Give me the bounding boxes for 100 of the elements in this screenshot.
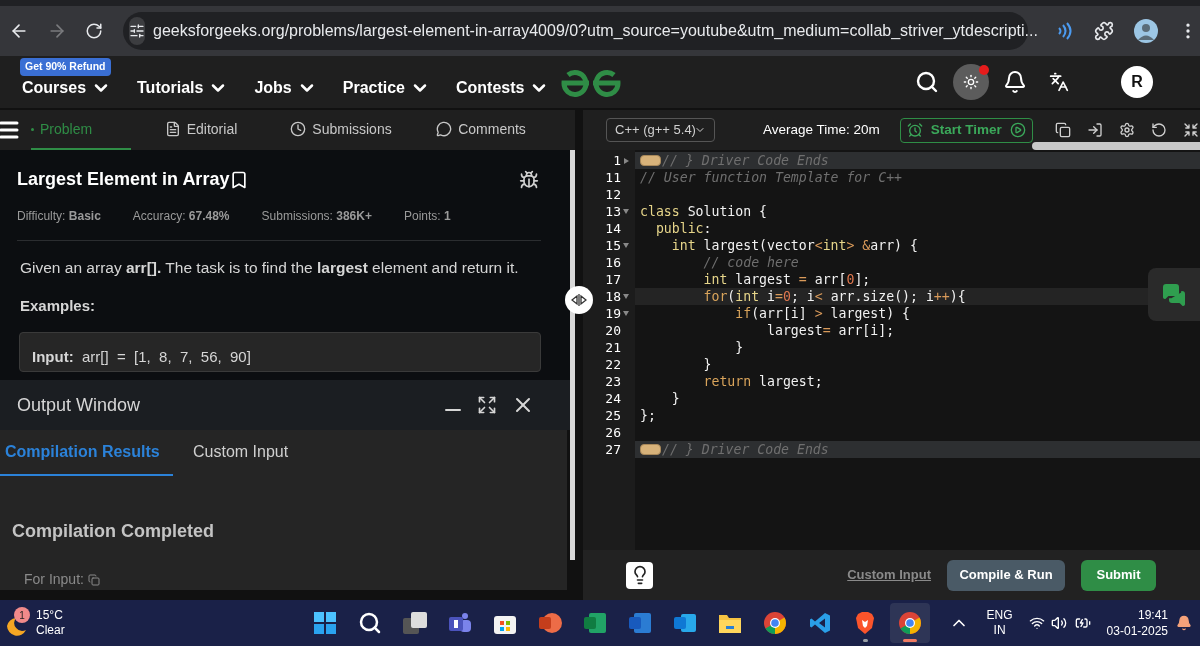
code-line: // } Driver Code Ends [662, 440, 829, 459]
output-window-title: Output Window [17, 393, 141, 417]
sliders-icon [129, 23, 145, 39]
line-number: 14 [605, 219, 621, 238]
refund-badge[interactable]: Get 90% Refund [20, 58, 111, 76]
code-line: } [702, 355, 712, 374]
reset-icon[interactable] [1150, 122, 1167, 138]
wifi-icon[interactable] [1028, 615, 1045, 631]
battery-icon[interactable] [1074, 615, 1091, 631]
folder-icon [718, 612, 742, 634]
theme-toggle[interactable] [953, 64, 989, 100]
output-tab[interactable]: Custom Input [173, 430, 309, 476]
line-number: 22 [605, 355, 621, 374]
problem-stat: Submissions: 386K+ [261, 208, 372, 225]
folded-code-marker[interactable] [640, 155, 661, 166]
mail-app-icon [673, 612, 697, 634]
code-line: return largest; [702, 372, 823, 391]
chat-button[interactable] [1148, 268, 1200, 321]
code-line: largest= arr[i]; [766, 321, 895, 340]
line-number: 11 [605, 168, 621, 187]
editor-scrollbar[interactable] [1032, 142, 1200, 150]
start-timer-button[interactable]: Start Timer [899, 117, 1033, 143]
clock-date[interactable]: 03-01-2025 [1106, 623, 1168, 639]
problem-tab[interactable]: Editorial [131, 110, 271, 150]
fold-arrow-icon[interactable] [623, 209, 629, 214]
profile-avatar[interactable] [1134, 19, 1158, 43]
user-avatar[interactable]: R [1121, 66, 1153, 98]
line-number: 1 [613, 151, 621, 170]
weather-badge: 1 [14, 607, 30, 623]
settings-icon[interactable] [1118, 122, 1135, 138]
output-tab[interactable]: Compilation Results [0, 430, 173, 476]
submit-button[interactable]: Submit [1081, 559, 1156, 591]
input-region[interactable]: IN [993, 623, 1006, 638]
input-language[interactable]: ENG [986, 608, 1013, 623]
search-icon[interactable] [915, 70, 939, 94]
bug-report-icon[interactable] [519, 169, 539, 190]
site-info-icon[interactable] [129, 17, 145, 45]
volume-icon[interactable] [1050, 615, 1067, 631]
line-number: 16 [605, 253, 621, 272]
problem-title: Largest Element in Array [17, 168, 230, 191]
site-logo[interactable] [560, 68, 622, 98]
audio-waves-icon[interactable] [1056, 22, 1074, 40]
problem-tab[interactable]: Comments [411, 110, 551, 150]
document-icon [164, 121, 181, 137]
nav-menu[interactable]: Tutorials [137, 76, 229, 100]
code-line: // User function Template for C++ [640, 168, 902, 187]
folded-code-marker[interactable] [640, 444, 661, 455]
extensions-icon[interactable] [1094, 21, 1114, 41]
reload-icon [85, 22, 104, 40]
notifications-icon[interactable] [1003, 70, 1027, 94]
problem-stat: Difficulty: Basic [17, 208, 101, 225]
line-number: 24 [605, 389, 621, 408]
search-icon [358, 611, 382, 635]
clock-icon [290, 121, 307, 137]
translate-icon[interactable] [1049, 72, 1069, 92]
average-time: Average Time: 20m [762, 120, 880, 139]
fold-arrow-icon[interactable] [623, 157, 629, 164]
nav-menu[interactable]: Contests [456, 76, 550, 100]
weather-condition: Clear [36, 623, 65, 638]
code-line: int largest(vector<int> &arr) { [670, 236, 918, 255]
nav-menu[interactable]: Courses [22, 76, 112, 100]
compile-run-button[interactable]: Compile & Run [947, 559, 1065, 591]
language-dropdown[interactable]: C++ (g++ 5.4) [606, 118, 715, 142]
code-line: if(arr[i] > largest) { [734, 304, 910, 323]
nav-menu[interactable]: Jobs [254, 76, 317, 100]
problem-tab[interactable]: Submissions [271, 110, 411, 150]
problem-stat: Accuracy: 67.48% [132, 208, 230, 225]
for-input-label: For Input: [24, 570, 84, 589]
spreadsheet-app-icon [583, 612, 607, 634]
code-line: int largest = arr[0]; [702, 270, 871, 289]
import-icon[interactable] [1086, 122, 1103, 138]
code-line: public: [654, 219, 712, 238]
document-app-icon [628, 612, 652, 634]
fullscreen-icon[interactable] [1182, 122, 1199, 138]
line-number: 18 [605, 287, 621, 306]
line-number: 27 [605, 440, 621, 459]
resize-arrows-icon [571, 294, 587, 306]
fold-arrow-icon[interactable] [623, 243, 629, 248]
example-input-text: Input: arr[] = [1, 8, 7, 56, 90] [32, 347, 251, 365]
scrollbar[interactable] [570, 150, 575, 560]
fold-arrow-icon[interactable] [623, 294, 629, 299]
expand-icon[interactable] [477, 395, 497, 415]
problem-description: Given an array arr[]. The task is to find the largest element and return it. [20, 258, 520, 278]
copy-icon[interactable] [1054, 122, 1071, 138]
teams-icon [448, 612, 472, 634]
fold-arrow-icon[interactable] [623, 311, 629, 316]
custom-input-link[interactable]: Custom Input [847, 565, 931, 585]
hint-button[interactable] [626, 561, 653, 589]
windows-icon [314, 612, 336, 634]
code-line: } [670, 389, 680, 408]
taskbar-app[interactable] [890, 603, 930, 643]
active-indicator [903, 639, 917, 642]
browser-icon [764, 612, 786, 634]
notifications-icon[interactable] [1176, 615, 1192, 631]
line-number: 21 [605, 338, 621, 357]
chat-bubbles-icon [1162, 282, 1186, 307]
line-number: 26 [605, 423, 621, 442]
nav-menu[interactable]: Practice [342, 76, 430, 100]
line-number: 19 [605, 304, 621, 323]
clock-time[interactable]: 19:41 [1137, 607, 1168, 623]
